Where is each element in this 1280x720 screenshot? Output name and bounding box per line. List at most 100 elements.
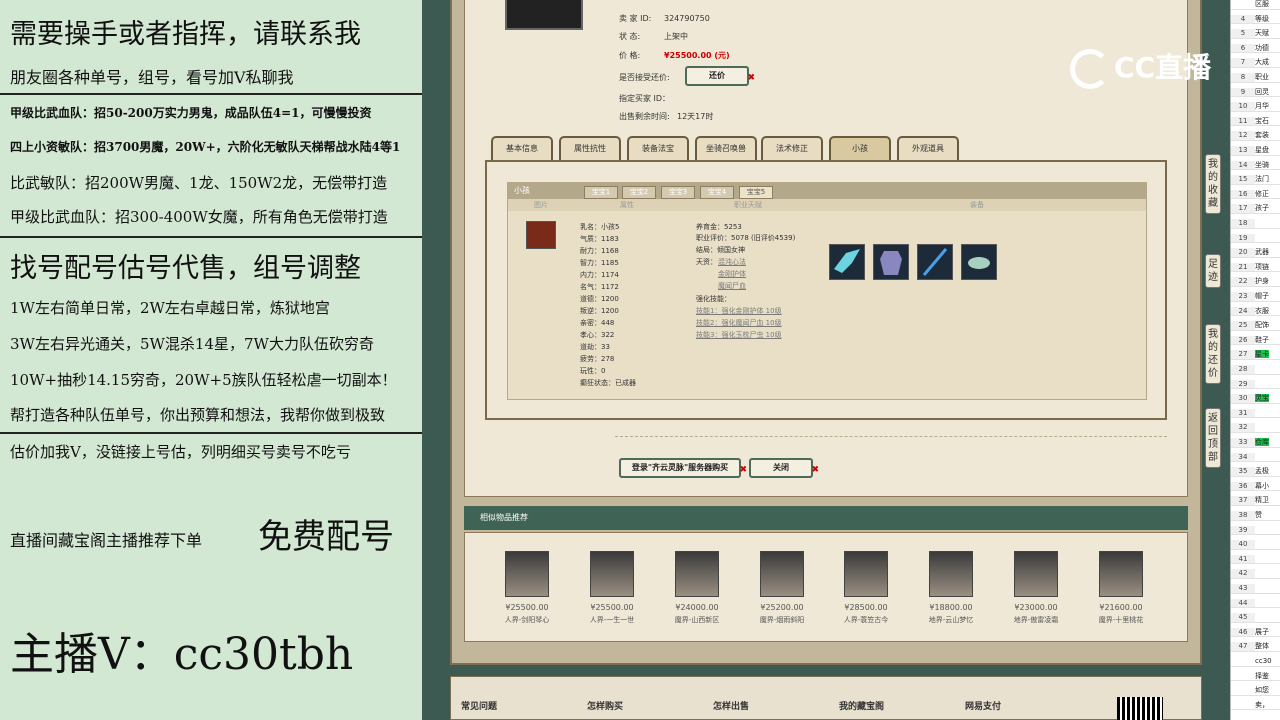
- sheet-row[interactable]: 23 帽子: [1231, 292, 1280, 302]
- sheet-row[interactable]: 34: [1231, 452, 1280, 463]
- footer-link-faq[interactable]: 常见问题: [461, 699, 497, 712]
- cell[interactable]: 等级: [1255, 15, 1269, 23]
- sheet-row[interactable]: 4 等级: [1231, 14, 1280, 25]
- similar-item[interactable]: ¥23000.00 地界-傲雷凌霜: [994, 551, 1078, 625]
- cell[interactable]: 修正: [1255, 190, 1269, 198]
- sheet-row[interactable]: 33 仓库: [1231, 438, 1280, 448]
- tab-spells[interactable]: 法术修正: [761, 136, 823, 160]
- talent-link[interactable]: 金刚护体: [718, 269, 746, 279]
- cell[interactable]: 仓库: [1255, 438, 1269, 446]
- sheet-row[interactable]: 24 衣服: [1231, 306, 1280, 317]
- sheet-row[interactable]: 22 护身: [1231, 277, 1280, 287]
- subtab-baby-5[interactable]: 宝宝5: [739, 186, 773, 199]
- cell[interactable]: 坐骑: [1255, 161, 1269, 169]
- cell[interactable]: 项链: [1255, 263, 1269, 271]
- sheet-row[interactable]: 44: [1231, 598, 1280, 609]
- tab-appearance[interactable]: 外观道具: [897, 136, 959, 160]
- sheet-row[interactable]: 38 赞: [1231, 511, 1280, 521]
- talent-link[interactable]: 魔闻尸血: [718, 281, 746, 291]
- sheet-row[interactable]: 28: [1231, 365, 1280, 375]
- skill-link[interactable]: 技能2：强化魔闻尸血 10级: [696, 318, 782, 328]
- sheet-row[interactable]: 20 武器: [1231, 248, 1280, 258]
- cell[interactable]: 衣服: [1255, 307, 1269, 315]
- subtab-baby-2[interactable]: 宝宝2: [622, 186, 656, 199]
- cell[interactable]: 鞋子: [1255, 336, 1269, 344]
- sheet-row[interactable]: 39: [1231, 525, 1280, 536]
- sheet-row[interactable]: 21 项链: [1231, 262, 1280, 273]
- cell[interactable]: 大成: [1255, 58, 1269, 66]
- similar-item[interactable]: ¥28500.00 人界-蓑笠古今: [824, 551, 908, 625]
- sheet-row[interactable]: 42: [1231, 569, 1280, 579]
- sheet-row[interactable]: 9 回灵: [1231, 87, 1280, 98]
- equipment-slot[interactable]: [917, 244, 953, 280]
- cell[interactable]: 卖，: [1255, 701, 1269, 709]
- sheet-row[interactable]: 17 孩子: [1231, 204, 1280, 214]
- sheet-row[interactable]: 15 法门: [1231, 175, 1280, 185]
- sheet-row[interactable]: 18: [1231, 219, 1280, 229]
- back-to-top-button[interactable]: 返回顶部: [1205, 408, 1221, 468]
- cell[interactable]: 武器: [1255, 248, 1269, 256]
- cell[interactable]: 职业: [1255, 73, 1269, 81]
- cell[interactable]: 法门: [1255, 175, 1269, 183]
- cell[interactable]: 配饰: [1255, 321, 1269, 329]
- sheet-row[interactable]: 40: [1231, 540, 1280, 550]
- sheet-row[interactable]: 7 大成: [1231, 58, 1280, 68]
- cell[interactable]: 区服: [1255, 0, 1269, 8]
- sheet-row[interactable]: 6 功德: [1231, 43, 1280, 54]
- cell[interactable]: 孩子: [1255, 204, 1269, 212]
- counter-offer-button[interactable]: 还价 ✖: [685, 66, 755, 86]
- skill-link[interactable]: 技能3：强化玉枕尸虫 10级: [696, 330, 782, 340]
- sheet-row[interactable]: 13 星盘: [1231, 146, 1280, 156]
- footer-link-netease-pay[interactable]: 网易支付: [965, 699, 1001, 712]
- subtab-baby-1[interactable]: 宝宝1: [584, 186, 618, 199]
- sheet-row[interactable]: 5 天赋: [1231, 29, 1280, 39]
- history-button[interactable]: 足迹: [1205, 254, 1221, 288]
- cell[interactable]: 宝石: [1255, 117, 1269, 125]
- cell[interactable]: 帽子: [1255, 292, 1269, 300]
- sheet-row[interactable]: 30 灵宝: [1231, 394, 1280, 404]
- similar-item[interactable]: ¥25200.00 魔界-烟雨斜阳: [740, 551, 824, 625]
- sheet-row[interactable]: 36 幕小: [1231, 481, 1280, 492]
- sheet-row[interactable]: 43: [1231, 584, 1280, 594]
- close-button[interactable]: 关闭 ✖: [749, 458, 819, 478]
- similar-item[interactable]: ¥25500.00 人界-剑阳琴心: [485, 551, 569, 625]
- sheet-row[interactable]: 46 展子: [1231, 627, 1280, 638]
- cell[interactable]: 展子: [1255, 628, 1269, 636]
- cell[interactable]: 套装: [1255, 131, 1269, 139]
- sheet-row[interactable]: 卖，: [1231, 701, 1280, 711]
- equipment-slot[interactable]: [961, 244, 997, 280]
- sheet-row[interactable]: 45: [1231, 613, 1280, 623]
- footer-link-how-to-buy[interactable]: 怎样购买: [587, 699, 623, 712]
- tab-equipment[interactable]: 装备法宝: [627, 136, 689, 160]
- sheet-row[interactable]: 11 宝石: [1231, 116, 1280, 127]
- cell[interactable]: 月华: [1255, 102, 1269, 110]
- cell[interactable]: 天赋: [1255, 29, 1269, 37]
- cell[interactable]: 功德: [1255, 44, 1269, 52]
- similar-item[interactable]: ¥25500.00 人界-一生一世: [570, 551, 654, 625]
- cell[interactable]: cc30: [1255, 657, 1272, 665]
- sheet-row[interactable]: 32: [1231, 423, 1280, 433]
- similar-item[interactable]: ¥24000.00 魔界-山西新区: [655, 551, 739, 625]
- sheet-row[interactable]: 如您: [1231, 686, 1280, 696]
- cell[interactable]: 幕小: [1255, 482, 1269, 490]
- cell[interactable]: 精卫: [1255, 496, 1269, 504]
- server-buy-button[interactable]: 登录"齐云灵脉"服务器购买 ✖: [619, 458, 747, 478]
- sheet-row[interactable]: 35 孟极: [1231, 467, 1280, 477]
- sheet-row[interactable]: 12 套装: [1231, 131, 1280, 141]
- tab-basic-info[interactable]: 基本信息: [491, 136, 553, 160]
- cell[interactable]: 回灵: [1255, 88, 1269, 96]
- sheet-row[interactable]: 区服: [1231, 0, 1280, 10]
- sheet-row[interactable]: 41: [1231, 554, 1280, 565]
- sheet-row[interactable]: 31: [1231, 408, 1280, 419]
- sheet-row[interactable]: 47 整体: [1231, 642, 1280, 652]
- subtab-baby-3[interactable]: 宝宝3: [661, 186, 695, 199]
- cell[interactable]: 如您: [1255, 686, 1269, 694]
- sheet-row[interactable]: 29: [1231, 379, 1280, 390]
- cell[interactable]: 灵宝: [1255, 394, 1269, 403]
- equipment-slot[interactable]: [873, 244, 909, 280]
- sheet-row[interactable]: 14 坐骑: [1231, 160, 1280, 171]
- cell[interactable]: 星盘: [1255, 146, 1269, 154]
- talent-link[interactable]: 混沌心法: [718, 257, 746, 267]
- footer-link-how-to-sell[interactable]: 怎样出售: [713, 699, 749, 712]
- sheet-row[interactable]: cc30: [1231, 657, 1280, 667]
